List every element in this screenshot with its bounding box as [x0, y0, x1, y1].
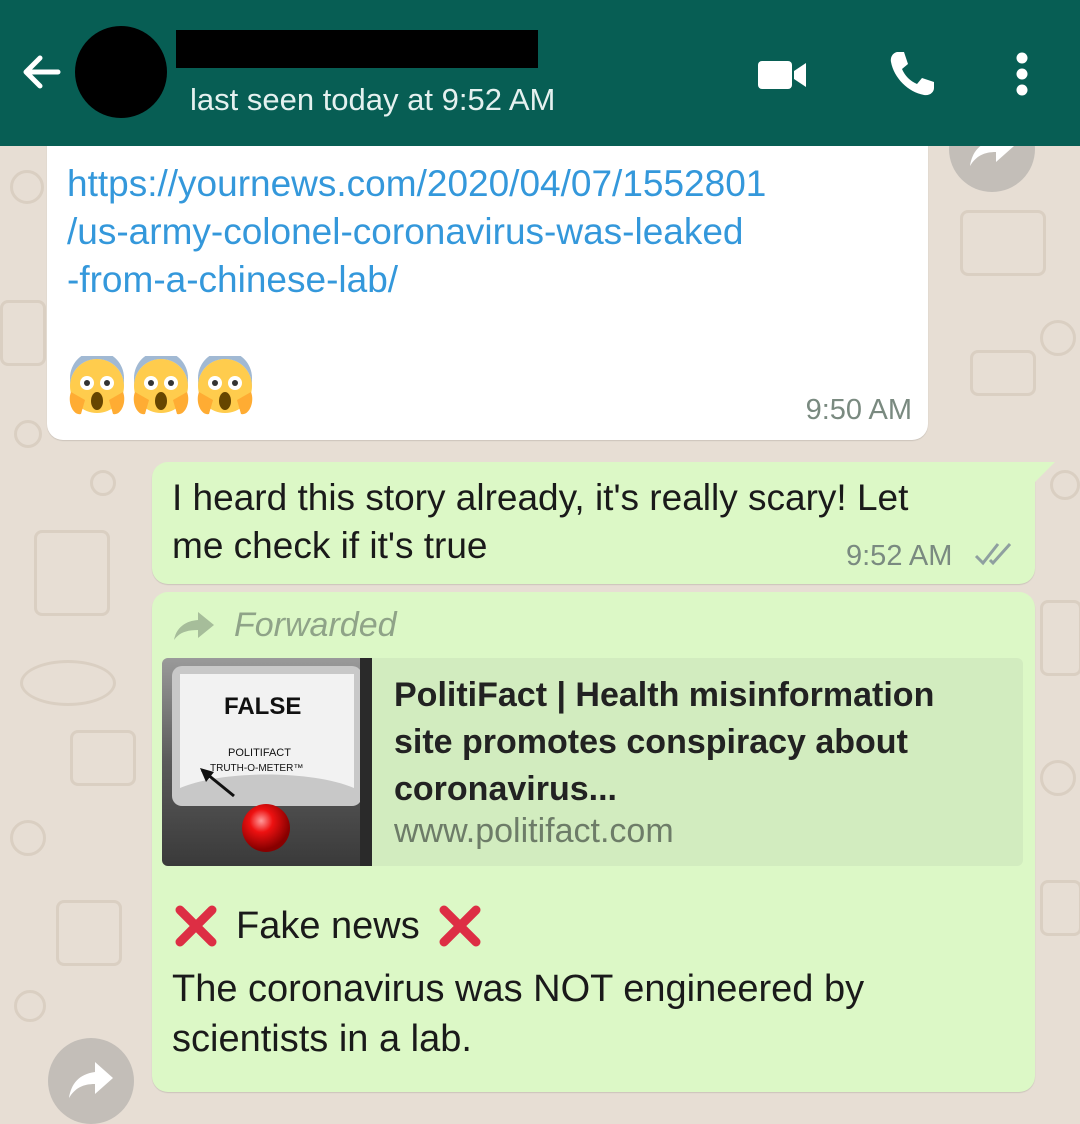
- cross-mark-icon: [439, 905, 481, 947]
- scream-emoji: [69, 356, 125, 415]
- message-time: 9:52 AM: [846, 540, 953, 572]
- incoming-message[interactable]: https://yournews.com/2020/04/07/1552801 …: [47, 122, 928, 440]
- scream-emoji: [197, 356, 253, 415]
- emoji-row: [67, 356, 255, 420]
- message-time: 9:50 AM: [805, 394, 912, 426]
- forwarded-text: Forwarded: [234, 606, 397, 644]
- thumb-meter-label: TRUTH-O-METER™: [210, 763, 303, 774]
- fake-news-line: Fake news: [172, 902, 484, 950]
- phone-icon[interactable]: [884, 46, 940, 102]
- read-receipt-icon: [974, 542, 1012, 566]
- contact-name-redacted[interactable]: [176, 30, 538, 68]
- last-seen-status: last seen today at 9:52 AM: [190, 82, 556, 117]
- preview-title: PolitiFact | Health misinformation site …: [394, 676, 935, 808]
- scream-emoji: [133, 356, 189, 415]
- link-line: -from-a-chinese-lab/: [67, 259, 399, 300]
- chat-header: last seen today at 9:52 AM: [0, 0, 1080, 146]
- forwarded-label: Forwarded: [172, 606, 397, 645]
- bubble-tail: [1033, 462, 1055, 484]
- outgoing-message[interactable]: I heard this story already, it's really …: [152, 462, 1055, 584]
- forwarded-arrow-icon: [174, 611, 214, 640]
- message-text: I heard this story already, it's really …: [172, 474, 908, 570]
- link-line: /us-army-colonel-coronavirus-was-leaked: [67, 211, 744, 252]
- message-link[interactable]: https://yournews.com/2020/04/07/1552801 …: [67, 160, 917, 304]
- thumb-politifact-label: POLITIFACT: [228, 747, 291, 759]
- preview-url: www.politifact.com: [394, 812, 674, 850]
- message-line: me check if it's true: [172, 525, 488, 566]
- video-call-icon[interactable]: [754, 46, 810, 102]
- contact-avatar[interactable]: [75, 26, 167, 118]
- fake-news-text: Fake news: [236, 904, 420, 947]
- link-line: https://yournews.com/2020/04/07/1552801: [67, 163, 767, 204]
- forwarded-message[interactable]: Forwarded FALSE POLITIFACT TRUTH-O-METER…: [152, 592, 1035, 1092]
- forward-message-button-2[interactable]: [48, 1038, 134, 1124]
- forward-arrow-icon: [69, 1062, 113, 1098]
- message-body: The coronavirus was NOT engineered by sc…: [172, 968, 865, 1060]
- more-options-icon[interactable]: [996, 46, 1048, 102]
- back-arrow-icon[interactable]: [18, 48, 66, 96]
- cross-mark-icon: [175, 905, 217, 947]
- politifact-truth-o-meter-thumbnail: FALSE POLITIFACT TRUTH-O-METER™: [162, 658, 372, 866]
- thumb-false-label: FALSE: [224, 693, 301, 720]
- message-line: I heard this story already, it's really …: [172, 477, 909, 518]
- link-preview[interactable]: FALSE POLITIFACT TRUTH-O-METER™ PolitiFa…: [162, 658, 1023, 866]
